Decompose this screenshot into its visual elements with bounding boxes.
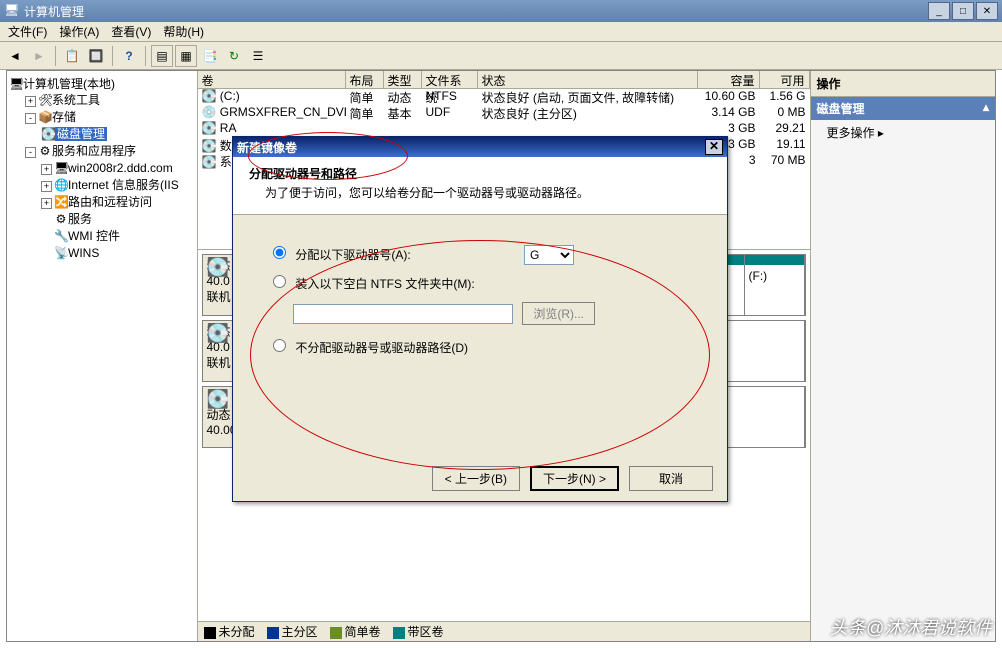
col-type[interactable]: 类型 [384, 71, 422, 88]
col-layout[interactable]: 布局 [346, 71, 384, 88]
watermark: 头条@沐沐君说软件 [830, 614, 992, 640]
new-mirror-volume-wizard: 新建镜像卷 ✕ 分配驱动器号和路径 为了便于访问，您可以给卷分配一个驱动器号或驱… [232, 136, 728, 502]
tree-wmi[interactable]: WMI 控件 [68, 229, 120, 243]
volume-row[interactable]: 💽 (C:)简单动态NTFS状态良好 (启动, 页面文件, 故障转储)10.60… [198, 89, 810, 105]
actions-pane: 操作 磁盘管理▴ 更多操作 ▸ [811, 71, 996, 641]
tree-storage[interactable]: 存储 [52, 110, 76, 124]
close-button[interactable]: ✕ [976, 2, 998, 20]
wizard-header: 分配驱动器号和路径 为了便于访问，您可以给卷分配一个驱动器号或驱动器路径。 [233, 157, 727, 215]
menu-help[interactable]: 帮助(H) [157, 21, 210, 42]
col-capacity[interactable]: 容量 [698, 71, 760, 88]
tree-systools[interactable]: 系统工具 [52, 93, 100, 107]
app-icon: 🖥 [4, 3, 20, 19]
wizard-close-button[interactable]: ✕ [705, 139, 723, 155]
radio-no-assign[interactable] [273, 339, 286, 352]
tree-services-apps[interactable]: 服务和应用程序 [52, 144, 136, 158]
more-actions[interactable]: 更多操作 ▸ [811, 120, 996, 145]
volume-row[interactable]: 💿 GRMSXFRER_CN_DVD (D:)简单基本UDF状态良好 (主分区)… [198, 105, 810, 121]
view-top-button[interactable]: ▤ [151, 45, 173, 67]
properties-button[interactable]: 🔲 [85, 45, 107, 67]
actions-section: 磁盘管理▴ [811, 97, 996, 120]
option-mount-ntfs[interactable]: 装入以下空白 NTFS 文件夹中(M): [273, 275, 687, 292]
menu-file[interactable]: 文件(F) [2, 21, 53, 42]
toolbar: ◄ ► 📋 🔲 ? ▤ ▦ 📑 ↻ ☰ [0, 42, 1002, 70]
tree-win2008[interactable]: win2008r2.ddd.com [68, 161, 173, 175]
list-button[interactable]: ☰ [247, 45, 269, 67]
menu-action[interactable]: 操作(A) [53, 21, 105, 42]
up-button[interactable]: 📋 [61, 45, 83, 67]
refresh-button[interactable]: ↻ [223, 45, 245, 67]
browse-button: 浏览(R)... [522, 302, 595, 325]
tree-root[interactable]: 计算机管理(本地) [23, 77, 115, 91]
menu-view[interactable]: 查看(V) [105, 21, 157, 42]
maximize-button[interactable]: □ [952, 2, 974, 20]
menu-bar: 文件(F) 操作(A) 查看(V) 帮助(H) [0, 22, 1002, 42]
option-no-assign[interactable]: 不分配驱动器号或驱动器路径(D) [273, 339, 687, 356]
col-filesystem[interactable]: 文件系统 [422, 71, 478, 88]
settings-button[interactable]: 📑 [199, 45, 221, 67]
wizard-subheading: 为了便于访问，您可以给卷分配一个驱动器号或驱动器路径。 [265, 184, 711, 201]
window-titlebar: 🖥 计算机管理 _ □ ✕ [0, 0, 1002, 22]
col-free[interactable]: 可用 [760, 71, 810, 88]
collapse-icon[interactable]: - [25, 113, 36, 124]
col-volume[interactable]: 卷 [198, 71, 346, 88]
navigation-tree[interactable]: 🖥计算机管理(本地) +🛠系统工具 -📦存储 💽磁盘管理 -⚙服务和应用程序 +… [7, 71, 198, 641]
radio-mount-ntfs[interactable] [273, 275, 286, 288]
tree-routing[interactable]: 路由和远程访问 [68, 195, 152, 209]
window-title: 计算机管理 [24, 3, 84, 20]
disk-icon: 💽 [207, 257, 229, 278]
wizard-title: 新建镜像卷 [237, 139, 297, 156]
forward-button[interactable]: ► [28, 45, 50, 67]
actions-header: 操作 [811, 71, 996, 97]
col-status[interactable]: 状态 [478, 71, 698, 88]
back-button[interactable]: < 上一步(B) [432, 466, 520, 491]
collapse-icon[interactable]: - [25, 147, 36, 158]
tree-wins[interactable]: WINS [68, 246, 99, 260]
tree-iis[interactable]: Internet 信息服务(IIS [68, 178, 179, 192]
radio-assign-letter[interactable] [273, 246, 286, 259]
chevron-up-icon[interactable]: ▴ [983, 100, 989, 117]
wizard-titlebar[interactable]: 新建镜像卷 ✕ [233, 137, 727, 157]
wizard-heading: 分配驱动器号和路径 [249, 165, 711, 182]
drive-letter-select[interactable]: G [524, 245, 574, 265]
option-assign-drive-letter[interactable]: 分配以下驱动器号(A): G [273, 245, 687, 265]
legend: 未分配 主分区 简单卷 带区卷 [198, 621, 810, 641]
help-button[interactable]: ? [118, 45, 140, 67]
back-button[interactable]: ◄ [4, 45, 26, 67]
tree-diskmgmt[interactable]: 磁盘管理 [55, 127, 107, 141]
minimize-button[interactable]: _ [928, 2, 950, 20]
cancel-button[interactable]: 取消 [629, 466, 713, 491]
disk-icon: 💽 [207, 323, 229, 344]
expand-icon[interactable]: + [25, 96, 36, 107]
disk-icon: 💽 [207, 389, 229, 410]
tree-services[interactable]: 服务 [68, 212, 92, 226]
view-bottom-button[interactable]: ▦ [175, 45, 197, 67]
chevron-right-icon: ▸ [878, 126, 884, 140]
volume-row[interactable]: 💽 RA3 GB29.21 [198, 121, 810, 137]
next-button[interactable]: 下一步(N) > [530, 466, 619, 491]
computer-icon: 🖥 [9, 77, 23, 91]
volume-list-header: 卷 布局 类型 文件系统 状态 容量 可用 [198, 71, 810, 89]
ntfs-path-input [293, 304, 513, 324]
